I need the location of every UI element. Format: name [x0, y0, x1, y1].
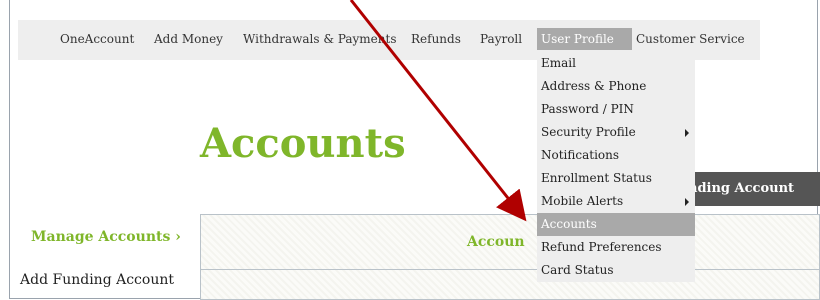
nav-withdrawals-payments[interactable]: Withdrawals & Payments [243, 32, 396, 46]
nav-refunds[interactable]: Refunds [411, 32, 461, 46]
panel-header: Accoun [467, 234, 525, 250]
manage-accounts-link[interactable]: Manage Accounts › [31, 229, 181, 245]
menu-item-password-pin[interactable]: Password / PIN [537, 98, 695, 121]
menu-item-label: Card Status [541, 263, 614, 277]
menu-item-card-status[interactable]: Card Status [537, 259, 695, 282]
user-profile-dropdown: Email Address & Phone Password / PIN Sec… [537, 50, 695, 282]
menu-item-label: Notifications [541, 148, 620, 162]
accounts-panel: Accoun [200, 214, 820, 300]
nav-add-money[interactable]: Add Money [154, 32, 223, 46]
menu-item-address-phone[interactable]: Address & Phone [537, 75, 695, 98]
menu-item-label: Security Profile [541, 125, 636, 139]
nav-payroll[interactable]: Payroll [480, 32, 522, 46]
page-title: Accounts [200, 120, 406, 167]
menu-item-label: Enrollment Status [541, 171, 652, 185]
menu-item-email[interactable]: Email [537, 52, 695, 75]
menu-item-label: Email [541, 56, 576, 70]
panel-divider [201, 269, 819, 270]
nav-customer-service[interactable]: Customer Service [636, 32, 745, 46]
menu-item-enrollment-status[interactable]: Enrollment Status [537, 167, 695, 190]
nav-oneaccount[interactable]: OneAccount [60, 32, 134, 46]
menu-item-label: Accounts [541, 217, 597, 231]
submenu-arrow-icon [685, 198, 689, 206]
menu-item-refund-preferences[interactable]: Refund Preferences [537, 236, 695, 259]
menu-item-label: Address & Phone [541, 79, 647, 93]
menu-item-mobile-alerts[interactable]: Mobile Alerts [537, 190, 695, 213]
menu-item-label: Password / PIN [541, 102, 634, 116]
add-funding-account-link[interactable]: Add Funding Account [20, 272, 174, 288]
menu-item-security-profile[interactable]: Security Profile [537, 121, 695, 144]
menu-item-accounts[interactable]: Accounts [537, 213, 695, 236]
menu-item-label: Mobile Alerts [541, 194, 624, 208]
menu-item-label: Refund Preferences [541, 240, 662, 254]
nav-user-profile[interactable]: User Profile [537, 28, 632, 50]
menu-item-notifications[interactable]: Notifications [537, 144, 695, 167]
submenu-arrow-icon [685, 129, 689, 137]
add-funding-account-button[interactable]: nding Account [680, 172, 820, 206]
